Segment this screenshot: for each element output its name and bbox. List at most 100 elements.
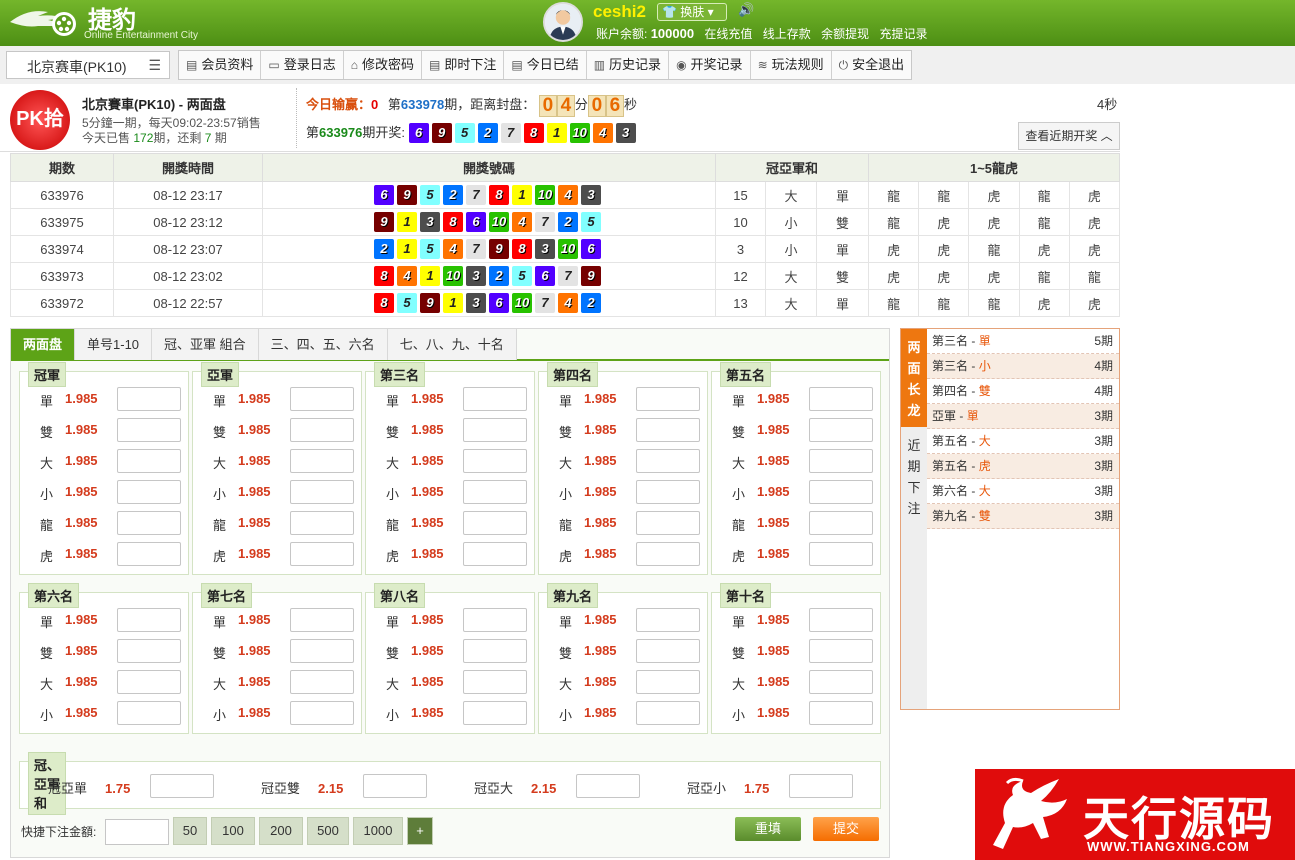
- link-recharge[interactable]: 在线充值: [704, 27, 752, 41]
- bet-amount-input[interactable]: [290, 449, 354, 473]
- bet-amount-input[interactable]: [290, 670, 354, 694]
- bet-amount-input[interactable]: [117, 449, 181, 473]
- bet-amount-input[interactable]: [636, 608, 700, 632]
- bet-amount-input[interactable]: [636, 670, 700, 694]
- bet-amount-input[interactable]: [290, 511, 354, 535]
- sum-odd-input[interactable]: [150, 774, 214, 798]
- sum-big-input[interactable]: [576, 774, 640, 798]
- bet-amount-input[interactable]: [117, 511, 181, 535]
- list-icon[interactable]: ☰: [148, 57, 161, 74]
- bet-amount-input[interactable]: [463, 511, 527, 535]
- option-label: 大: [559, 677, 573, 692]
- bet-amount-input[interactable]: [463, 670, 527, 694]
- sum-card: 冠、亞軍和 冠亞單 1.75 冠亞雙 2.15 冠亞大 2.15 冠亞小 1.75: [19, 752, 881, 815]
- nav-rules[interactable]: ≋ 玩法规则: [751, 51, 832, 79]
- tab-champion-combo[interactable]: 冠、亚軍 組合: [152, 329, 259, 360]
- nav-member-info[interactable]: ▤ 会员资料: [179, 51, 262, 79]
- reset-button[interactable]: 重填: [735, 817, 801, 841]
- bet-amount-input[interactable]: [290, 608, 354, 632]
- tab-two-sides[interactable]: 两面盘: [11, 329, 76, 360]
- bet-amount-input[interactable]: [463, 701, 527, 725]
- bet-amount-input[interactable]: [636, 449, 700, 473]
- bet-amount-input[interactable]: [463, 639, 527, 663]
- tab-7-10[interactable]: 七、八、九、十名: [387, 329, 517, 360]
- sum-small-input[interactable]: [789, 774, 853, 798]
- tab-recent-bets[interactable]: 近期下注: [901, 427, 927, 709]
- nav-today-settled[interactable]: ▤ 今日已结: [504, 51, 587, 79]
- odds-row: 小 1.985: [712, 701, 882, 725]
- bet-amount-input[interactable]: [117, 387, 181, 411]
- add-amount-button[interactable]: +: [407, 817, 433, 845]
- recent-draws-button[interactable]: 查看近期开奖 ︿: [1018, 122, 1120, 150]
- nav-change-password[interactable]: ⌂ 修改密码: [344, 51, 422, 79]
- bet-amount-input[interactable]: [809, 639, 873, 663]
- bet-amount-input[interactable]: [117, 639, 181, 663]
- sum-even-input[interactable]: [363, 774, 427, 798]
- bet-amount-input[interactable]: [463, 608, 527, 632]
- bet-amount-input[interactable]: [117, 608, 181, 632]
- bet-amount-input[interactable]: [809, 511, 873, 535]
- bet-amount-input[interactable]: [809, 542, 873, 566]
- bet-amount-input[interactable]: [809, 387, 873, 411]
- quick-200-button[interactable]: 200: [259, 817, 303, 845]
- bet-amount-input[interactable]: [809, 670, 873, 694]
- speaker-icon[interactable]: 🔊: [738, 2, 754, 18]
- bet-amount-input[interactable]: [463, 542, 527, 566]
- bet-amount-input[interactable]: [117, 701, 181, 725]
- book-icon: ▥: [593, 58, 606, 72]
- bet-amount-input[interactable]: [636, 511, 700, 535]
- bet-amount-input[interactable]: [463, 418, 527, 442]
- odds-value: 1.985: [757, 546, 790, 561]
- avatar[interactable]: [543, 2, 583, 42]
- bet-amount-input[interactable]: [290, 387, 354, 411]
- bet-amount-input[interactable]: [463, 449, 527, 473]
- link-records[interactable]: 充提记录: [880, 27, 928, 41]
- cell-dragon-tiger: 虎: [968, 181, 1020, 209]
- option-label: 大: [732, 456, 746, 471]
- bet-amount-input[interactable]: [290, 542, 354, 566]
- bet-amount-input[interactable]: [463, 480, 527, 504]
- bet-amount-input[interactable]: [117, 542, 181, 566]
- bet-amount-input[interactable]: [636, 418, 700, 442]
- streak-position: 第五名: [932, 434, 969, 448]
- bet-amount-input[interactable]: [117, 670, 181, 694]
- skin-select[interactable]: 👕 换肤 ▾: [657, 3, 727, 21]
- nav-draw-records[interactable]: ◉ 开奖记录: [669, 51, 751, 79]
- quick-50-button[interactable]: 50: [173, 817, 207, 845]
- lock-icon: ⌂: [350, 58, 358, 72]
- quick-100-button[interactable]: 100: [211, 817, 255, 845]
- bet-amount-input[interactable]: [290, 480, 354, 504]
- bet-amount-input[interactable]: [636, 542, 700, 566]
- game-select[interactable]: 北京赛車(PK10) ☰: [6, 51, 170, 79]
- bet-amount-input[interactable]: [636, 639, 700, 663]
- bet-amount-input[interactable]: [636, 387, 700, 411]
- tab-long-dragon[interactable]: 两面长龙: [901, 329, 927, 427]
- tab-3-6[interactable]: 三、四、五、六名: [258, 329, 388, 360]
- bet-amount-input[interactable]: [636, 480, 700, 504]
- nav-logout[interactable]: ⏻ 安全退出: [832, 51, 912, 79]
- bet-amount-input[interactable]: [290, 418, 354, 442]
- bet-amount-input[interactable]: [117, 418, 181, 442]
- bet-amount-input[interactable]: [290, 701, 354, 725]
- bet-amount-input[interactable]: [809, 701, 873, 725]
- submit-button[interactable]: 提交: [813, 817, 879, 841]
- cell-dragon-tiger: 虎: [1018, 235, 1070, 263]
- nav-live-bet[interactable]: ▤ 即时下注: [422, 51, 505, 79]
- bet-amount-input[interactable]: [290, 639, 354, 663]
- bet-amount-input[interactable]: [809, 418, 873, 442]
- bet-amount-input[interactable]: [809, 449, 873, 473]
- quick-amount-input[interactable]: [105, 819, 169, 845]
- link-withdraw[interactable]: 余额提现: [821, 27, 869, 41]
- link-deposit[interactable]: 线上存款: [763, 27, 811, 41]
- bet-amount-input[interactable]: [809, 608, 873, 632]
- tab-single-number[interactable]: 单号1-10: [75, 329, 153, 360]
- odds-value: 1.985: [238, 674, 271, 689]
- nav-login-log[interactable]: ▭ 登录日志: [261, 51, 344, 79]
- bet-amount-input[interactable]: [463, 387, 527, 411]
- quick-500-button[interactable]: 500: [307, 817, 349, 845]
- bet-amount-input[interactable]: [809, 480, 873, 504]
- bet-amount-input[interactable]: [636, 701, 700, 725]
- nav-history[interactable]: ▥ 历史记录: [587, 51, 670, 79]
- quick-1000-button[interactable]: 1000: [353, 817, 403, 845]
- bet-amount-input[interactable]: [117, 480, 181, 504]
